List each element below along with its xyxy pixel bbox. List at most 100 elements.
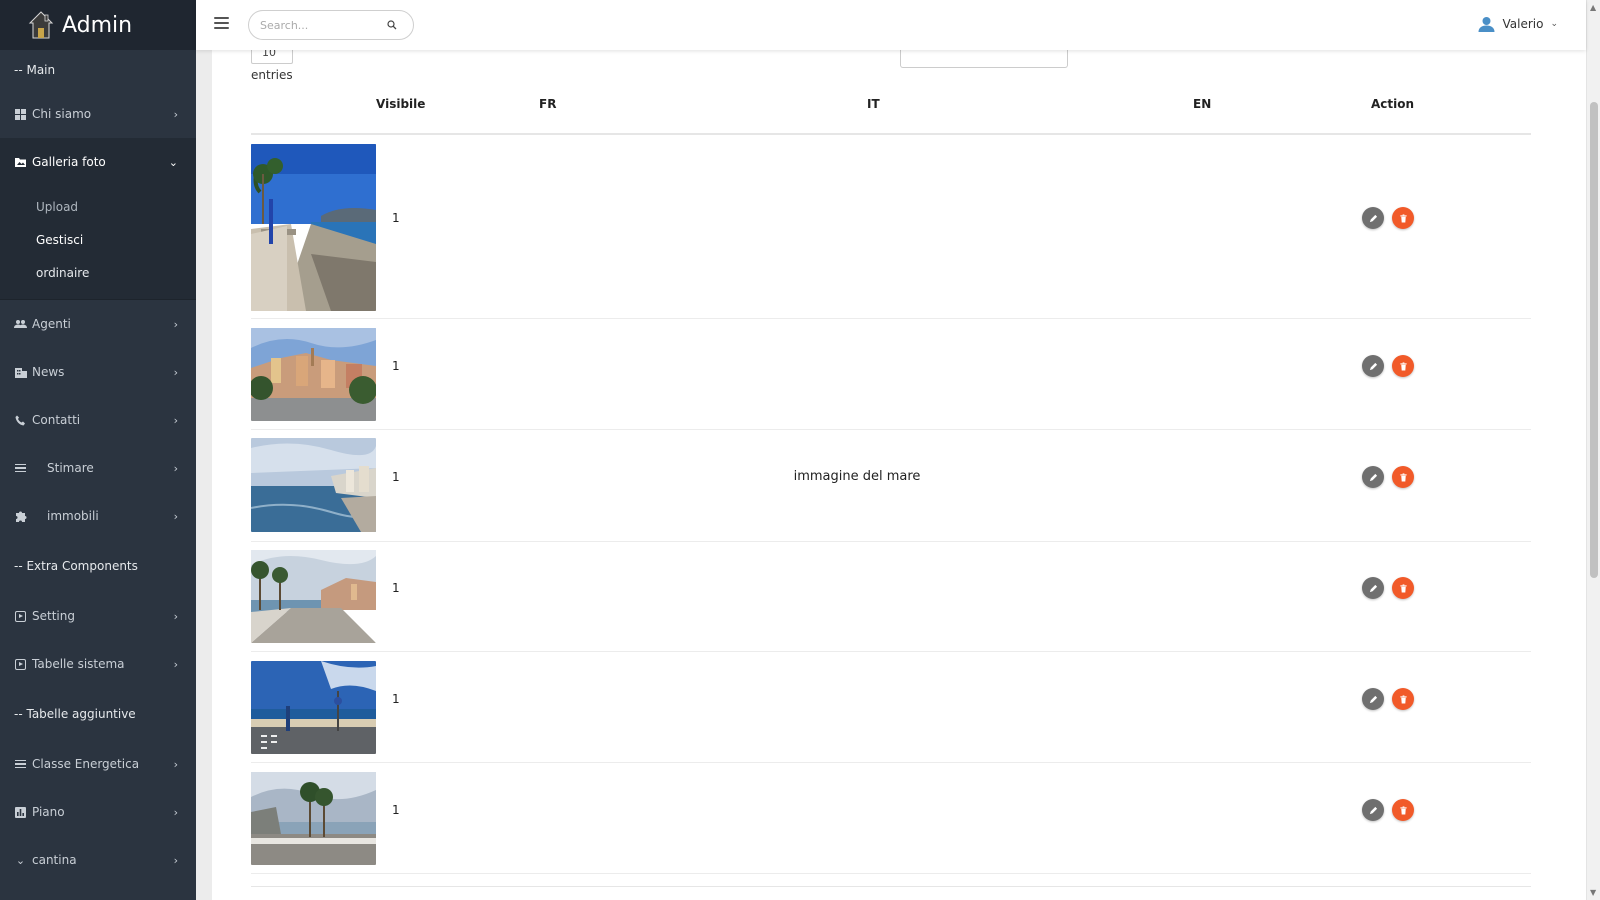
sidebar-item-label: News xyxy=(32,365,65,379)
scroll-thumb[interactable] xyxy=(1590,102,1598,578)
phone-icon xyxy=(14,414,27,427)
pencil-icon xyxy=(1369,473,1377,481)
edit-button[interactable] xyxy=(1362,466,1384,488)
user-avatar-icon xyxy=(1478,17,1495,32)
gallery-photo[interactable] xyxy=(251,550,376,643)
nav-heading-extra: -- Extra Components xyxy=(14,559,138,573)
table-row: 1 immagine del mare xyxy=(251,430,1531,542)
house-logo-icon xyxy=(28,11,54,39)
visibile-value: 1 xyxy=(392,211,400,225)
visibile-value: 1 xyxy=(392,803,400,817)
sidebar-item-setting[interactable]: Setting › xyxy=(0,592,196,640)
search-input[interactable] xyxy=(260,11,380,39)
sidebar-item-galleria-foto[interactable]: Galleria foto ⌄ xyxy=(0,138,196,186)
edit-button[interactable] xyxy=(1362,577,1384,599)
table-row: 1 xyxy=(251,319,1531,430)
topbar: Valerio ⌄ xyxy=(196,0,1586,50)
delete-button[interactable] xyxy=(1392,207,1414,229)
edit-button[interactable] xyxy=(1362,355,1384,377)
photo-folder-icon xyxy=(14,156,27,169)
table-row: 1 xyxy=(251,763,1531,874)
trash-icon xyxy=(1399,805,1407,815)
sidebar-item-contatti[interactable]: Contatti › xyxy=(0,396,196,444)
play-box-icon xyxy=(14,610,27,623)
trash-icon xyxy=(1399,361,1407,371)
pencil-icon xyxy=(1369,806,1377,814)
chevron-right-icon: › xyxy=(173,461,178,475)
submenu-item-ordinaire[interactable]: ordinaire xyxy=(0,256,196,289)
visibile-value: 1 xyxy=(392,581,400,595)
column-header-fr[interactable]: FR xyxy=(539,97,556,111)
column-header-it[interactable]: IT xyxy=(867,97,880,111)
brand[interactable]: Admin xyxy=(0,0,196,50)
search-icon[interactable] xyxy=(387,20,397,30)
sidebar-item-label: Agenti xyxy=(32,317,71,331)
delete-button[interactable] xyxy=(1392,355,1414,377)
delete-button[interactable] xyxy=(1392,466,1414,488)
column-header-visibile[interactable]: Visibile xyxy=(376,97,425,111)
sidebar-item-immobili[interactable]: immobili › xyxy=(0,492,196,540)
edit-button[interactable] xyxy=(1362,799,1384,821)
scroll-up-arrow-icon[interactable]: ▲ xyxy=(1590,3,1596,12)
gallery-photo[interactable] xyxy=(251,328,376,421)
trash-icon xyxy=(1399,213,1407,223)
gallery-photo[interactable] xyxy=(251,772,376,865)
sidebar-item-piano[interactable]: Piano › xyxy=(0,788,196,836)
sidebar-item-label: cantina xyxy=(32,853,77,867)
sidebar-item-label: Setting xyxy=(32,609,75,623)
delete-button[interactable] xyxy=(1392,799,1414,821)
gallery-photo[interactable] xyxy=(251,144,376,311)
list-icon xyxy=(14,462,27,475)
nav-heading-tabelle-aggiuntive: -- Tabelle aggiuntive xyxy=(14,707,136,721)
column-header-action[interactable]: Action xyxy=(1371,97,1414,111)
edit-button[interactable] xyxy=(1362,207,1384,229)
user-name: Valerio xyxy=(1502,17,1544,31)
trash-icon xyxy=(1399,472,1407,482)
visibile-value: 1 xyxy=(392,470,400,484)
chevron-right-icon: › xyxy=(173,757,178,771)
sidebar: Admin -- Main Chi siamo › Galleria foto … xyxy=(0,0,196,900)
delete-button[interactable] xyxy=(1392,688,1414,710)
sidebar-item-cantina[interactable]: ⌄ cantina › xyxy=(0,836,196,884)
sidebar-item-agenti[interactable]: Agenti › xyxy=(0,300,196,348)
submenu-item-upload[interactable]: Upload xyxy=(0,190,196,223)
gallery-submenu: Upload Gestisci ordinaire xyxy=(0,186,196,300)
puzzle-icon xyxy=(14,510,27,523)
nav-heading-main: -- Main xyxy=(14,63,56,77)
edit-button[interactable] xyxy=(1362,688,1384,710)
submenu-item-gestisci[interactable]: Gestisci xyxy=(0,223,196,256)
sidebar-item-stimare[interactable]: Stimare › xyxy=(0,444,196,492)
scroll-down-arrow-icon[interactable]: ▼ xyxy=(1590,888,1596,897)
table-row: 1 xyxy=(251,135,1531,319)
chevron-right-icon: › xyxy=(173,853,178,867)
chevron-right-icon: › xyxy=(173,317,178,331)
table-row: 1 xyxy=(251,652,1531,763)
gallery-photo[interactable] xyxy=(251,438,376,532)
content-card: 10 entries Visibile FR IT EN Action 1 1 … xyxy=(212,0,1586,900)
column-header-en[interactable]: EN xyxy=(1193,97,1211,111)
it-caption: immagine del mare xyxy=(793,469,921,484)
table-header: Visibile FR IT EN Action xyxy=(251,88,1531,135)
gallery-photo[interactable] xyxy=(251,661,376,754)
user-menu[interactable]: Valerio ⌄ xyxy=(1478,16,1558,32)
sidebar-item-label: immobili xyxy=(47,509,99,523)
delete-button[interactable] xyxy=(1392,577,1414,599)
chevron-right-icon: › xyxy=(173,365,178,379)
chevron-right-icon: › xyxy=(173,805,178,819)
play-box-icon xyxy=(14,658,27,671)
sidebar-item-label: Chi siamo xyxy=(32,107,92,121)
page-scrollbar[interactable]: ▲ ▼ xyxy=(1586,0,1600,900)
sidebar-item-label: Classe Energetica xyxy=(32,757,140,771)
building-icon xyxy=(14,366,27,379)
hamburger-menu-icon[interactable] xyxy=(214,17,229,29)
brand-name: Admin xyxy=(62,12,133,38)
sidebar-item-classe-energetica[interactable]: Classe Energetica › xyxy=(0,740,196,788)
sidebar-item-chi-siamo[interactable]: Chi siamo › xyxy=(0,90,196,138)
chart-box-icon xyxy=(14,806,27,819)
sidebar-item-news[interactable]: News › xyxy=(0,348,196,396)
sidebar-item-tabelle-sistema[interactable]: Tabelle sistema › xyxy=(0,640,196,688)
pencil-icon xyxy=(1369,362,1377,370)
table-row: 1 xyxy=(251,542,1531,652)
search-box xyxy=(248,10,414,40)
chevron-right-icon: › xyxy=(173,657,178,671)
